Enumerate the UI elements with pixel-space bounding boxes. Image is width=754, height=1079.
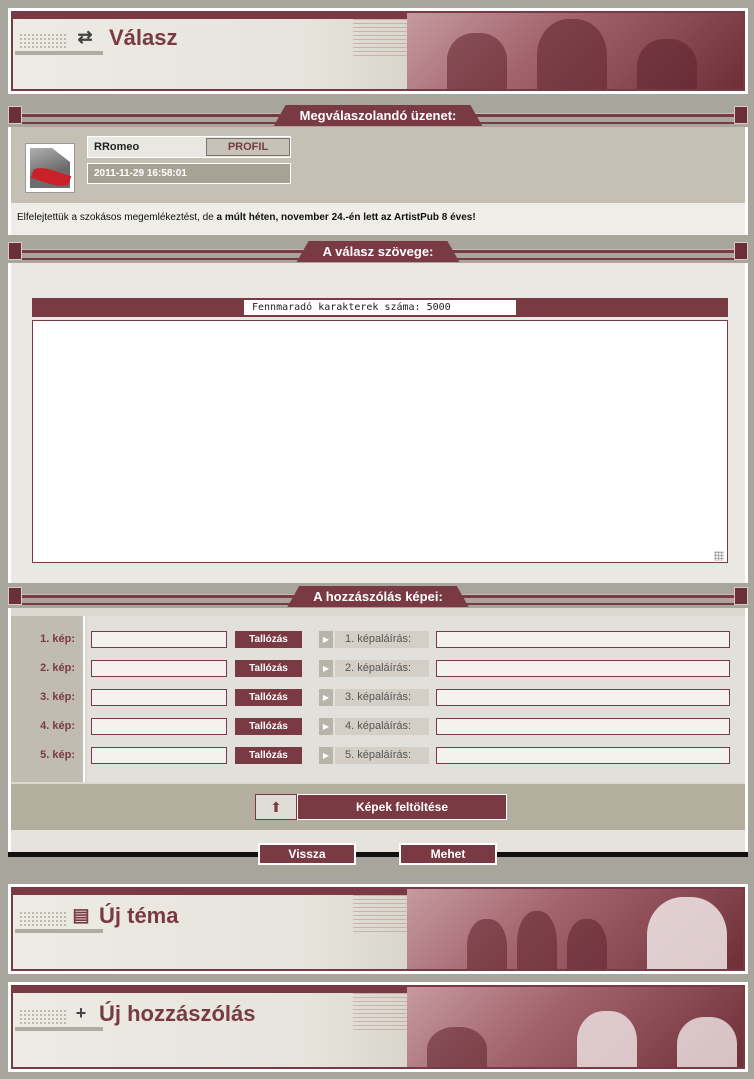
banner-silhouette [637,39,697,89]
banner-decor-text [353,993,413,1033]
image-caption-input[interactable] [436,689,730,706]
images-section-header: A hozzászólás képei: [8,585,748,607]
page-title: Válasz [109,25,178,50]
reply-arrows-icon: ⇄ [77,27,93,47]
image-label: 1. kép: [40,633,75,645]
profile-button[interactable]: PROFIL [206,138,290,156]
banner-dot-pattern [19,33,67,49]
browse-button[interactable]: Tallózás [235,660,302,677]
reply-section-header: A válasz szövege: [8,240,748,262]
banner-silhouette [537,19,607,89]
banner-photo [407,13,743,89]
section-title: A válasz szövege: [297,241,460,262]
section-cap-left [8,587,22,605]
banner-silhouette [517,911,557,969]
caption-label: 5. képaláírás: [335,747,429,764]
reply-header-banner: ⇄ Válasz [8,8,748,94]
message-text-bold: a múlt héten, november 24.-én lett az Ar… [216,212,476,223]
banner-frame: ⇄ Válasz [11,11,745,91]
image-label: 2. kép: [40,662,75,674]
banner-decor-text [353,895,413,935]
new-topic-title: Új téma [99,903,179,928]
banner-frame: ▤ Új téma [11,887,745,971]
browse-button[interactable]: Tallózás [235,689,302,706]
image-caption-input[interactable] [436,747,730,764]
banner-silhouette [567,919,607,969]
image-file-input[interactable] [91,689,227,706]
upload-box-icon[interactable]: ⬆ [255,794,297,820]
arrow-right-icon: ▶ [319,718,333,735]
image-file-input[interactable] [91,660,227,677]
banner-silhouette [677,1017,737,1067]
reply-textarea[interactable] [32,320,728,563]
banner-silhouette [647,897,727,969]
banner-silhouette [447,33,507,89]
plus-icon: + [75,1003,87,1023]
browse-button[interactable]: Tallózás [235,631,302,648]
upload-images-button[interactable]: Képek feltöltése [297,794,507,820]
banner-underline [15,1027,103,1031]
image-caption-input[interactable] [436,631,730,648]
caption-label: 3. képaláírás: [335,689,429,706]
banner-silhouette [467,919,507,969]
back-button[interactable]: Vissza [258,843,356,865]
browse-button[interactable]: Tallózás [235,718,302,735]
images-panel: 1. kép: Tallózás ▶ 1. képaláírás: 2. kép… [8,608,748,784]
message-text: Elfelejtettük a szokásos megemlékeztést,… [17,212,217,223]
browse-button[interactable]: Tallózás [235,747,302,764]
section-title: Megválaszolandó üzenet: [274,105,483,126]
banner-frame: + Új hozzászólás [11,985,745,1069]
banner-underline [15,51,103,55]
section-title: A hozzászólás képei: [287,586,469,607]
image-file-input[interactable] [91,718,227,735]
char-counter: Fennmaradó karakterek száma: 5000 [244,300,516,315]
message-panel: RRomeo PROFIL 2011-11-29 16:58:01 [8,127,748,203]
arrow-right-icon: ▶ [319,747,333,764]
upload-band: ⬆ Képek feltöltése [8,784,748,830]
resize-grip-icon[interactable] [714,551,724,561]
arrow-right-icon: ▶ [319,631,333,648]
image-file-input[interactable] [91,747,227,764]
image-label: 4. kép: [40,720,75,732]
folder-icon: ▤ [72,905,90,925]
char-counter-bar: Fennmaradó karakterek száma: 5000 [32,298,728,317]
reply-panel: Fennmaradó karakterek száma: 5000 [8,263,748,583]
footer-bar [8,852,748,857]
banner-silhouette [577,1011,637,1067]
quoted-message: Elfelejtettük a szokásos megemlékeztést,… [8,203,748,235]
section-cap-right [734,242,748,260]
avatar[interactable] [25,143,75,193]
new-comment-title: Új hozzászólás [99,1001,256,1026]
message-section-header: Megválaszolandó üzenet: [8,104,748,126]
image-caption-input[interactable] [436,660,730,677]
banner-underline [15,929,103,933]
image-caption-input[interactable] [436,718,730,735]
image-label: 5. kép: [40,749,75,761]
banner-photo [407,889,743,969]
section-cap-right [734,587,748,605]
post-datetime: 2011-11-29 16:58:01 [87,163,291,184]
caption-label: 1. képaláírás: [335,631,429,648]
new-comment-banner[interactable]: + Új hozzászólás [8,982,748,1072]
new-topic-banner[interactable]: ▤ Új téma [8,884,748,974]
arrow-right-icon: ▶ [319,660,333,677]
banner-decor-text [353,19,413,59]
section-cap-right [734,106,748,124]
caption-label: 4. képaláírás: [335,718,429,735]
banner-dot-pattern [19,911,67,927]
banner-photo [407,987,743,1067]
image-file-input[interactable] [91,631,227,648]
caption-label: 2. képaláírás: [335,660,429,677]
form-bottom-strip [8,830,748,852]
banner-dot-pattern [19,1009,67,1025]
submit-button[interactable]: Mehet [399,843,497,865]
section-cap-left [8,106,22,124]
arrow-right-icon: ▶ [319,689,333,706]
image-label: 3. kép: [40,691,75,703]
banner-silhouette [427,1027,487,1067]
section-cap-left [8,242,22,260]
